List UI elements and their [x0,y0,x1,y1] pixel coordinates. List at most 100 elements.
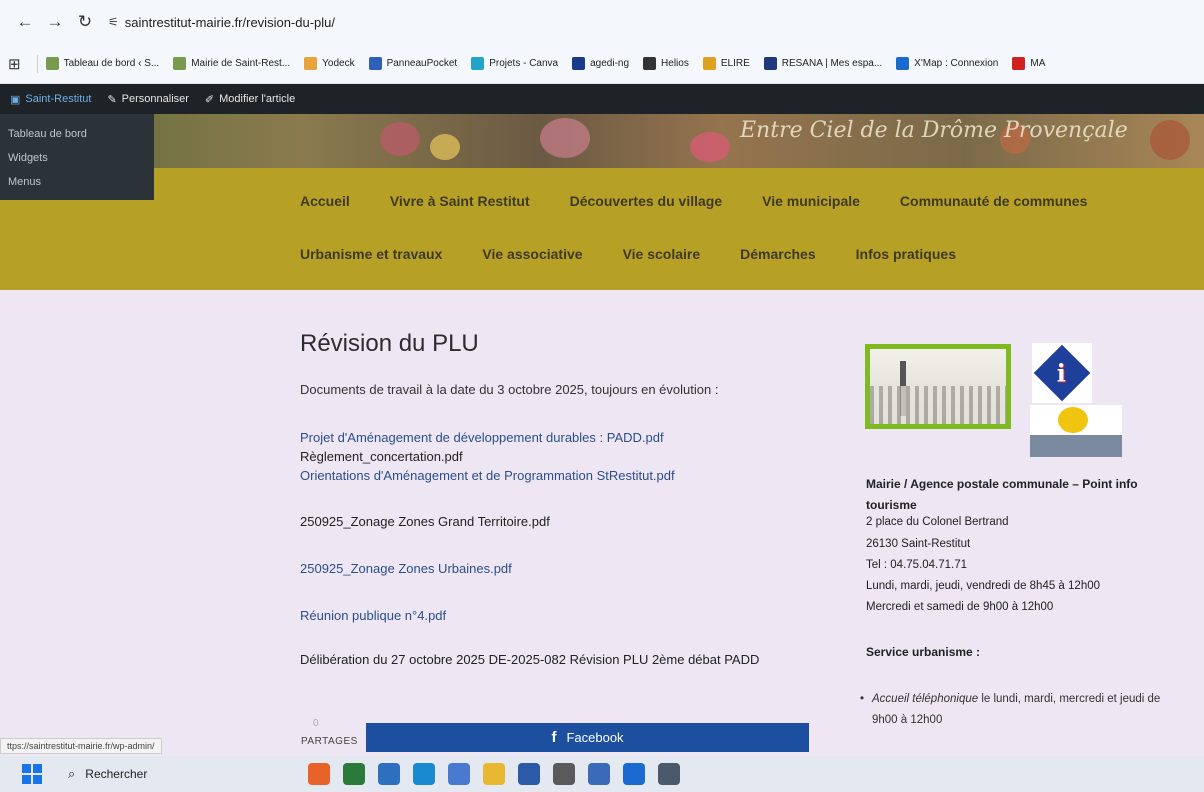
nav-vie-scolaire[interactable]: Vie scolaire [623,246,701,262]
files-blue-icon[interactable] [378,763,400,785]
nav-accueil[interactable]: Accueil [300,193,350,209]
calculator-icon[interactable] [658,763,680,785]
windows-start-icon[interactable] [22,764,42,784]
info-i-icon: i [1057,358,1067,388]
info-diamond: i [1033,344,1091,402]
wp-site-menu[interactable]: ▣ Saint-Restitut [10,93,91,106]
firefox-icon[interactable] [308,763,330,785]
wp-dropdown-menus[interactable]: Menus [8,176,154,200]
la-poste-circle [1058,407,1088,433]
feather-app-icon[interactable] [448,763,470,785]
header-banner-image: Entre Ciel de la Drôme Provençale [0,114,1204,168]
bookmark-favicon-icon [572,57,586,70]
url-field[interactable]: saintrestitut-mairie.fr/revision-du-plu/ [125,15,335,30]
nav-decouvertes-du-village[interactable]: Découvertes du village [570,193,723,209]
document-link-zonage-urbaines[interactable]: 250925_Zonage Zones Urbaines.pdf [300,561,512,576]
outlook-icon[interactable] [623,763,645,785]
bookmark-favicon-icon [368,57,382,70]
la-poste-bar [1030,435,1122,457]
document-link-orientations[interactable]: Orientations d'Aménagement et de Program… [300,468,675,483]
status-bar-url: ttps://saintrestitut-mairie.fr/wp-admin/ [0,738,162,754]
banner-script-text: Entre Ciel de la Drôme Provençale [740,118,1128,143]
edge-icon[interactable] [413,763,435,785]
bookmark-item[interactable]: Yodeck [304,57,355,70]
wp-site-dropdown: Tableau de bord Widgets Menus [0,114,154,200]
pencil-icon: ✐ [204,93,215,106]
facebook-icon: f [551,729,557,746]
bookmark-label: Helios [661,58,689,69]
sidebar-phone: Tel : 04.75.04.71.71 [866,559,968,571]
arrow-left-icon: ← [16,12,34,31]
document-link-reunion-publique[interactable]: Réunion publique n°4.pdf [300,608,446,623]
document-zonage-grand-territoire[interactable]: 250925_Zonage Zones Grand Territoire.pdf [300,514,550,529]
bookmark-item[interactable]: Helios [643,57,689,70]
bookmark-item[interactable]: Tableau de bord ‹ S... [45,57,160,70]
teams-people-icon[interactable] [588,763,610,785]
forward-button[interactable]: → [40,7,70,37]
bookmark-item[interactable]: RESANA | Mes espa... [763,57,883,70]
bookmark-label: PanneauPocket [386,58,458,69]
sidebar-service-item: Accueil téléphonique le lundi, mardi, me… [858,689,1188,731]
back-button[interactable]: ← [10,7,40,37]
bookmark-item[interactable]: ELIRE [702,57,750,70]
taskbar-search-label: Rechercher [85,767,148,781]
bookmark-favicon-icon [173,57,187,70]
nav-vie-associative[interactable]: Vie associative [482,246,582,262]
wp-customize-link[interactable]: ✎ Personnaliser [107,93,188,106]
arrow-right-icon: → [46,12,64,31]
nav-vie-municipale[interactable]: Vie municipale [762,193,860,209]
sidebar-hours-1: Lundi, mardi, jeudi, vendredi de 8h45 à … [866,580,1101,592]
wp-site-name: Saint-Restitut [25,93,92,105]
taskbar-search[interactable]: ⌕ Rechercher [56,760,256,788]
bookmark-item[interactable]: PanneauPocket [368,57,458,70]
nav-infos-pratiques[interactable]: Infos pratiques [856,246,956,262]
sidebar-service-item-em: Accueil téléphonique [872,693,979,705]
tourist-info-logo: i [1032,343,1092,403]
bookmark-item[interactable]: X'Map : Connexion [896,57,998,70]
wp-dropdown-dashboard[interactable]: Tableau de bord [8,128,154,152]
bookmark-label: Tableau de bord ‹ S... [63,58,160,69]
document-reglement-concertation[interactable]: Règlement_concertation.pdf [300,449,463,464]
village-drawing-image [865,344,1011,429]
bookmark-item[interactable]: Projets - Canva [471,57,558,70]
site-info-icon[interactable]: ⚟ [108,15,119,29]
windows-taskbar: ⌕ Rechercher [0,756,1204,792]
sidebar-hours-2: Mercredi et samedi de 9h00 à 12h00 [866,601,1054,613]
nav-row-1: Accueil Vivre à Saint Restitut Découvert… [300,193,1087,209]
document-link-padd[interactable]: Projet d'Aménagement de développement du… [300,430,664,445]
excel-chart-icon[interactable] [343,763,365,785]
bookmark-label: RESANA | Mes espa... [781,58,883,69]
banner-flowers [380,122,420,156]
bookmark-label: Yodeck [322,58,355,69]
wp-dropdown-widgets[interactable]: Widgets [8,152,154,176]
bookmark-item[interactable]: MA [1012,57,1045,70]
bookmark-favicon-icon [45,57,59,70]
facebook-share-button[interactable]: f Facebook [366,723,809,752]
nav-urbanisme-et-travaux[interactable]: Urbanisme et travaux [300,246,442,262]
bookmark-favicon-icon [304,57,318,70]
file-explorer-icon[interactable] [483,763,505,785]
main-navigation: Accueil Vivre à Saint Restitut Découvert… [0,168,1204,290]
bookmark-item[interactable]: agedi-ng [572,57,629,70]
sidebar-address-2: 26130 Saint-Restitut [866,538,971,550]
dashboard-icon: ▣ [10,93,21,106]
reload-button[interactable]: ↻ [70,7,100,37]
nav-vivre-a-saint-restitut[interactable]: Vivre à Saint Restitut [390,193,530,209]
apps-grid-icon[interactable]: ⊞ [8,55,21,73]
wp-edit-article-link[interactable]: ✐ Modifier l'article [205,93,295,106]
nav-row-2: Urbanisme et travaux Vie associative Vie… [300,246,996,262]
wp-customize-label: Personnaliser [121,93,189,105]
sidebar-service-title: Service urbanisme : [866,645,981,659]
facebook-share-label: Facebook [566,730,624,745]
bookmark-item[interactable]: Mairie de Saint-Rest... [173,57,290,70]
deliberation-text: Délibération du 27 octobre 2025 DE-2025-… [300,652,760,667]
search-icon: ⌕ [68,766,76,781]
nav-communaute-de-communes[interactable]: Communauté de communes [900,193,1087,209]
sidebar-mairie-title: Mairie / Agence postale communale – Poin… [866,477,1138,512]
bookmarks-bar: ⊞ Tableau de bord ‹ S... Mairie de Saint-… [0,44,1204,84]
reload-icon: ↻ [77,12,93,31]
chrome-icon[interactable] [553,763,575,785]
nav-demarches[interactable]: Démarches [740,246,816,262]
village-drawing [870,349,1006,424]
store-icon[interactable] [518,763,540,785]
